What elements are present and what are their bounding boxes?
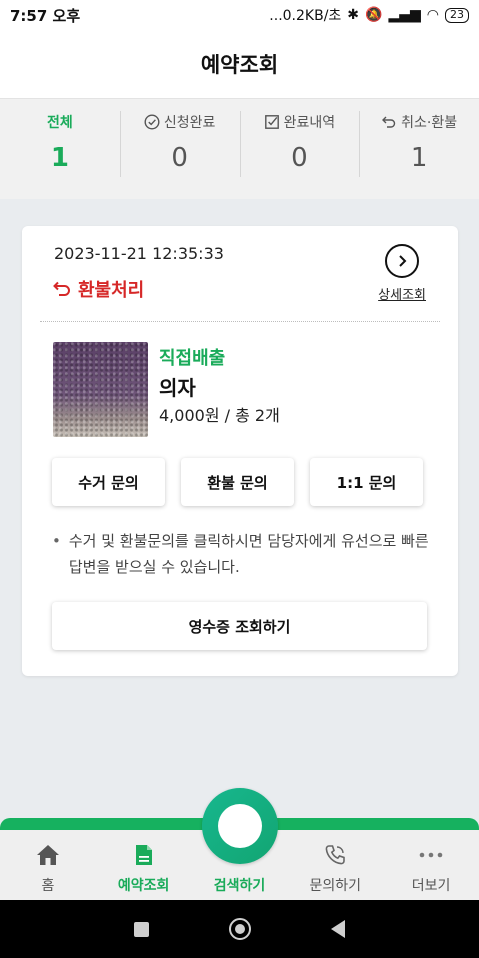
tab-completed[interactable]: 완료내역 0 — [239, 99, 360, 199]
nav-inquiry[interactable]: 문의하기 — [287, 830, 383, 900]
reservation-card: 2023-11-21 12:35:33 환불처리 상세조회 직접배출 의자 4,… — [22, 226, 458, 676]
chevron-right-icon — [385, 244, 420, 278]
home-button-icon[interactable] — [229, 918, 251, 940]
undo-icon — [382, 116, 396, 128]
silent-icon: 🔕 — [365, 7, 383, 23]
tab-count: 0 — [291, 143, 308, 173]
tab-label: 전체 — [46, 115, 73, 131]
wifi-icon: ◠ — [426, 7, 439, 23]
summary-tabs: 전체 1 신청완료 0 완료내역 0 취소·환불 1 — [0, 98, 479, 199]
detail-label: 상세조회 — [378, 288, 426, 303]
battery-icon: 23 — [445, 7, 469, 23]
phone-icon — [324, 844, 346, 866]
nav-label: 검색하기 — [213, 878, 266, 894]
search-fab-button[interactable] — [202, 788, 278, 864]
signal-icon: ▂▄▆ — [388, 7, 421, 23]
tab-cancel-label-wrap: 취소·환불 — [381, 113, 457, 131]
app-header: 예약조회 — [0, 30, 479, 98]
document-icon — [135, 844, 153, 866]
system-nav-bar — [0, 900, 479, 958]
nav-more[interactable]: 더보기 — [383, 830, 479, 900]
order-status: 환불처리 — [52, 276, 144, 302]
tab-label: 취소·환불 — [401, 115, 458, 131]
price-value: 4,000 — [159, 406, 205, 425]
check-circle-icon — [144, 114, 160, 130]
nav-home[interactable]: 홈 — [0, 830, 96, 900]
recent-apps-icon[interactable] — [134, 921, 149, 937]
status-bar: 7:57 오후 ...0.2KB/초 ✱ 🔕 ▂▄▆ ◠ 23 — [0, 0, 479, 30]
tab-label: 완료내역 — [283, 115, 336, 131]
inquiry-buttons: 수거 문의 환불 문의 1:1 문의 — [52, 458, 423, 506]
tab-completed-label-wrap: 완료내역 — [264, 113, 336, 131]
divider — [40, 321, 440, 322]
inquiry-note: • 수거 및 환불문의를 클릭하시면 담당자에게 유선으로 빠른 답변을 받으실… — [52, 528, 432, 580]
checkbox-icon — [264, 115, 279, 129]
more-icon — [419, 844, 443, 866]
order-status-label: 환불처리 — [78, 280, 145, 301]
network-speed: ...0.2KB/초 — [269, 8, 342, 24]
refund-inquiry-button[interactable]: 환불 문의 — [181, 458, 294, 506]
tab-count: 1 — [410, 143, 428, 173]
product-price: 4,000원 / 총 2개 — [159, 402, 280, 426]
nav-label: 홈 — [41, 878, 55, 894]
tab-applied[interactable]: 신청완료 0 — [119, 99, 240, 199]
tab-applied-label-wrap: 신청완료 — [144, 113, 216, 131]
inquiry-note-text: 수거 및 환불문의를 클릭하시면 담당자에게 유선으로 빠른 답변을 받으실 수… — [68, 532, 429, 576]
search-circle-icon — [218, 804, 262, 848]
nav-label: 예약조회 — [117, 878, 170, 894]
refund-icon — [53, 281, 70, 296]
product-thumbnail — [53, 342, 148, 437]
nav-label: 더보기 — [411, 878, 451, 894]
product-category: 직접배출 — [159, 348, 226, 369]
tab-cancel-refund[interactable]: 취소·환불 1 — [359, 99, 479, 199]
receipt-button[interactable]: 영수증 조회하기 — [52, 602, 427, 650]
tab-label: 신청완료 — [163, 115, 216, 131]
status-icons: ...0.2KB/초 ✱ 🔕 ▂▄▆ ◠ 23 — [269, 5, 469, 25]
back-icon[interactable] — [331, 920, 345, 938]
bullet-icon: • — [52, 532, 61, 550]
one-to-one-inquiry-button[interactable]: 1:1 문의 — [310, 458, 423, 506]
home-icon — [36, 844, 60, 866]
tab-all-label-wrap: 전체 — [47, 113, 73, 131]
pickup-inquiry-button[interactable]: 수거 문의 — [52, 458, 165, 506]
order-datetime: 2023-11-21 12:35:33 — [54, 244, 224, 263]
product-name: 의자 — [159, 376, 196, 400]
tab-count: 0 — [171, 143, 188, 173]
detail-button[interactable]: 상세조회 — [378, 244, 426, 303]
price-unit: 원 — [204, 406, 220, 425]
quantity-text: / 총 2개 — [219, 406, 280, 425]
status-time: 7:57 오후 — [10, 6, 81, 25]
nav-reservation[interactable]: 예약조회 — [96, 830, 192, 900]
page-title: 예약조회 — [200, 53, 279, 77]
nav-label: 문의하기 — [309, 878, 362, 894]
bluetooth-icon: ✱ — [347, 7, 360, 23]
tab-all[interactable]: 전체 1 — [0, 99, 120, 199]
tab-count: 1 — [50, 143, 69, 173]
